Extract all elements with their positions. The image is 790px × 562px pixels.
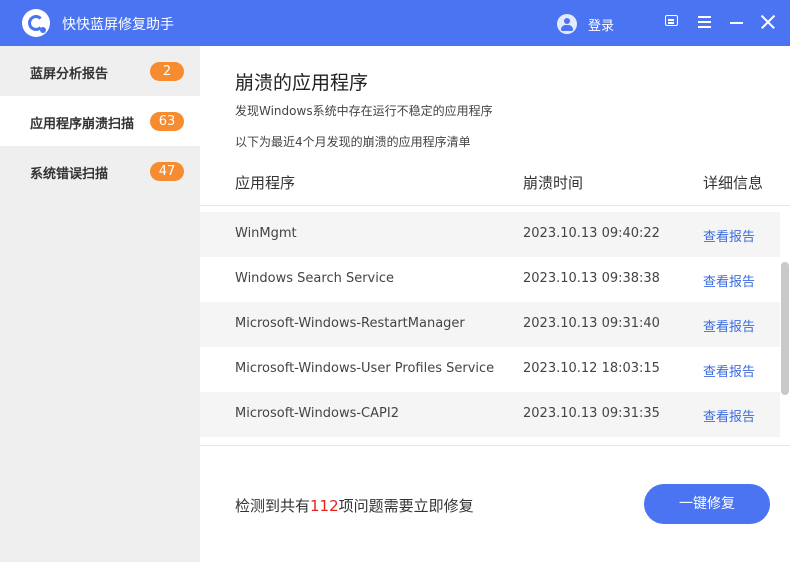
minimize-button[interactable] <box>727 12 747 32</box>
close-button[interactable] <box>758 12 778 32</box>
one-click-fix-button[interactable]: 一键修复 <box>644 484 770 524</box>
app-logo-icon <box>22 9 50 37</box>
menu-icon <box>698 16 711 18</box>
column-header-detail: 详细信息 <box>703 174 764 192</box>
view-report-link[interactable]: 查看报告 <box>703 361 755 380</box>
table-row: Windows Search Service 2023.10.13 09:38:… <box>200 257 780 302</box>
sidebar-item-label: 系统错误扫描 <box>30 167 109 182</box>
app-name: Windows Search Service <box>235 271 395 286</box>
table-row: Microsoft-Windows-RestartManager 2023.10… <box>200 302 780 347</box>
main-panel: 崩溃的应用程序 发现Windows系统中存在运行不稳定的应用程序 以下为最近4个… <box>200 46 790 562</box>
crash-time: 2023.10.13 09:31:40 <box>523 316 660 331</box>
page-description: 发现Windows系统中存在运行不稳定的应用程序 <box>235 104 493 118</box>
sidebar-item-bluescreen-report[interactable]: 蓝屏分析报告 2 <box>0 46 200 96</box>
app-name: Microsoft-Windows-User Profiles Service <box>235 361 495 376</box>
menu-button[interactable] <box>695 12 715 32</box>
crash-time: 2023.10.12 18:03:15 <box>523 361 660 376</box>
user-icon <box>557 14 577 34</box>
app-name: Microsoft-Windows-RestartManager <box>235 316 465 331</box>
view-report-link[interactable]: 查看报告 <box>703 316 755 335</box>
issue-count: 112 <box>310 497 339 515</box>
sidebar-item-label: 应用程序崩溃扫描 <box>30 117 135 132</box>
scrollbar-thumb[interactable] <box>781 262 789 395</box>
issue-summary: 检测到共有112项问题需要立即修复 <box>235 495 474 516</box>
sidebar: 蓝屏分析报告 2 应用程序崩溃扫描 63 系统错误扫描 47 <box>0 46 200 562</box>
sidebar-item-label: 蓝屏分析报告 <box>30 67 109 82</box>
app-name: WinMgmt <box>235 226 297 241</box>
divider <box>200 205 790 206</box>
count-badge: 63 <box>150 112 184 131</box>
table-row: Microsoft-Windows-CAPI2 2023.10.13 09:31… <box>200 392 780 437</box>
login-label: 登录 <box>588 18 615 34</box>
app-title: 快快蓝屏修复助手 <box>62 17 174 33</box>
column-header-app: 应用程序 <box>235 174 296 192</box>
feedback-button[interactable] <box>662 12 682 32</box>
divider <box>200 445 790 446</box>
table-row: WinMgmt 2023.10.13 09:40:22 查看报告 <box>200 212 780 257</box>
title-bar: 快快蓝屏修复助手 登录 <box>0 0 790 46</box>
count-badge: 47 <box>150 162 184 181</box>
page-title: 崩溃的应用程序 <box>235 72 369 94</box>
app-name: Microsoft-Windows-CAPI2 <box>235 406 399 421</box>
page-subdescription: 以下为最近4个月发现的崩溃的应用程序清单 <box>235 135 471 149</box>
view-report-link[interactable]: 查看报告 <box>703 406 755 425</box>
feedback-icon <box>665 15 678 26</box>
column-header-time: 崩溃时间 <box>523 174 584 192</box>
minimize-icon <box>730 22 743 24</box>
crash-time: 2023.10.13 09:31:35 <box>523 406 660 421</box>
view-report-link[interactable]: 查看报告 <box>703 226 755 245</box>
crash-time: 2023.10.13 09:40:22 <box>523 226 660 241</box>
table-row: Microsoft-Windows-User Profiles Service … <box>200 347 780 392</box>
sidebar-item-system-error-scan[interactable]: 系统错误扫描 47 <box>0 146 200 196</box>
count-badge: 2 <box>150 62 184 81</box>
view-report-link[interactable]: 查看报告 <box>703 271 755 290</box>
summary-prefix: 检测到共有 <box>235 497 311 515</box>
summary-suffix: 项问题需要立即修复 <box>338 497 474 515</box>
sidebar-item-app-crash-scan[interactable]: 应用程序崩溃扫描 63 <box>0 96 200 146</box>
login-button[interactable]: 登录 <box>557 13 614 35</box>
crash-time: 2023.10.13 09:38:38 <box>523 271 660 286</box>
